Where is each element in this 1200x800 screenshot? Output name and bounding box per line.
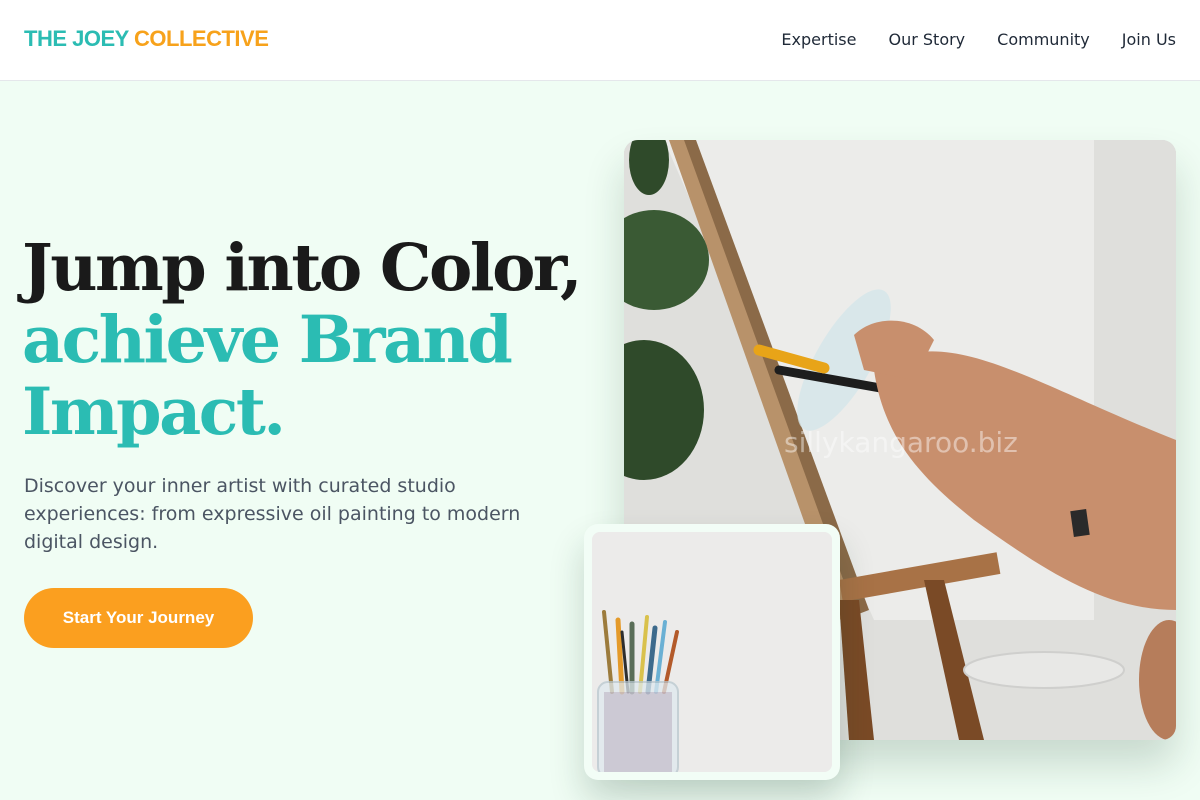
hero-subtitle: Discover your inner artist with curated … <box>24 475 521 553</box>
start-journey-button[interactable]: Start Your Journey <box>24 588 253 648</box>
brushes-image <box>592 532 832 772</box>
nav-link-our-story[interactable]: Our Story <box>888 30 965 49</box>
brand-logo-part-1: THE JOEY <box>24 26 129 51</box>
top-navbar: THE JOEY COLLECTIVE Expertise Our Story … <box>0 0 1200 81</box>
nav-link-join-us[interactable]: Join Us <box>1122 30 1176 49</box>
headline-line-3: Impact. <box>22 374 286 450</box>
hero-image-watermark: sillykangaroo.biz <box>784 426 1018 459</box>
brand-logo-part-2: COLLECTIVE <box>134 26 269 51</box>
nav-link-expertise[interactable]: Expertise <box>781 30 856 49</box>
brushes-illustration <box>592 532 832 772</box>
nav-link-community[interactable]: Community <box>997 30 1090 49</box>
headline-line-2: achieve Brand <box>22 302 513 378</box>
nav-links: Expertise Our Story Community Join Us <box>781 30 1176 49</box>
headline-line-1: Jump into Color, <box>22 230 583 306</box>
brushes-image-card <box>584 524 840 780</box>
brand-logo[interactable]: THE JOEY COLLECTIVE <box>24 26 269 52</box>
hero-headline: Jump into Color, achieve Brand Impact. <box>22 232 602 448</box>
